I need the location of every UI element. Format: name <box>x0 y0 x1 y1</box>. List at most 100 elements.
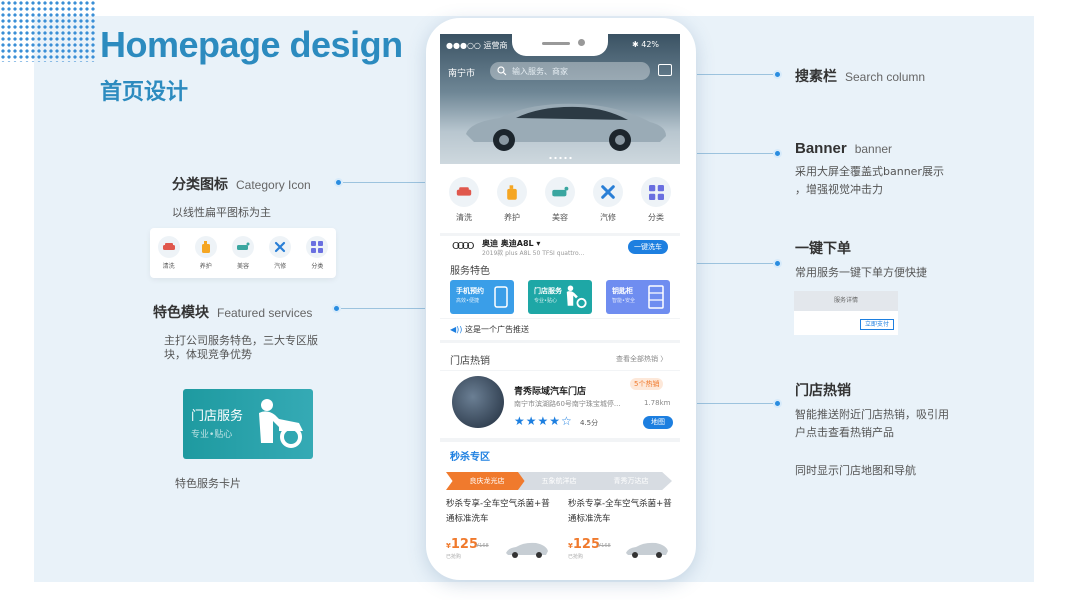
car-wash-icon <box>157 236 180 258</box>
annotation-category-sub: Category Icon <box>236 178 311 192</box>
annotation-category: 分类图标 Category Icon 以线性扁平图标为主 <box>172 174 311 222</box>
annotation-category-desc: 以线性扁平图标为主 <box>172 206 271 219</box>
category-item-wash[interactable]: 清洗 <box>443 177 485 232</box>
annotation-hot: 门店热销 智能推送附近门店热销，吸引用 户点击查看热销产品 同时显示门店地图和导… <box>795 380 949 480</box>
annotation-banner-title: Banner <box>795 140 847 157</box>
annotation-featured: 特色模块 Featured services 主打公司服务特色，三大专区版 块，体… <box>153 302 318 364</box>
mechanic-icon <box>259 399 303 448</box>
car-image <box>466 103 666 151</box>
car-wash-icon <box>449 177 479 207</box>
feature-card-title: 门店服务 <box>191 409 244 424</box>
annotation-banner-desc2: ，增强视觉冲击力 <box>795 183 883 196</box>
service-card-booking[interactable]: 手机预约 高效•便捷 <box>450 280 514 314</box>
preview-category-label: 汽修 <box>274 263 287 270</box>
annotation-search-sub: Search column <box>845 70 926 84</box>
preview-category-label: 清洗 <box>162 263 175 270</box>
deal-card[interactable]: 秒杀专享-全车空气杀菌+普通标准洗车 ¥125 ¥168 已抢购 <box>568 497 680 560</box>
deal-title: 秒杀专享-全车空气杀菌+普通标准洗车 <box>446 499 550 524</box>
category-item-all[interactable]: 分类 <box>635 177 677 232</box>
service-card-sub: 专业•贴心 <box>534 298 557 304</box>
tab-store-3[interactable]: 青秀万达店 <box>590 472 672 490</box>
category-label: 清洗 <box>456 213 472 222</box>
annotation-banner: Banner banner 采用大屏全覆盖式banner展示 ，增强视觉冲击力 <box>795 140 944 199</box>
phone-icon <box>494 286 508 308</box>
tab-store-1[interactable]: 良庆龙光店 <box>446 472 528 490</box>
annotation-hot-desc2: 户点击查看热销产品 <box>795 426 894 439</box>
car-desc: 2019款 plus A8L 50 TFSI quattro... <box>482 250 585 257</box>
store-rating: 4.5分 <box>580 419 599 427</box>
deal-sold: 已抢购 <box>568 554 584 560</box>
oil-bottle-icon <box>194 236 217 258</box>
annotation-dot-featured <box>332 304 341 313</box>
annotation-line-search <box>697 74 773 75</box>
hot-sales-badge: 5个热销 <box>630 378 664 390</box>
service-card-store[interactable]: 门店服务 专业•贴心 <box>528 280 592 314</box>
car-thumbnail <box>626 542 668 558</box>
deal-title: 秒杀专享-全车空气杀菌+普通标准洗车 <box>568 499 672 524</box>
service-card-sub: 智能•安全 <box>612 298 635 304</box>
flash-sale-title: 秒杀专区 <box>450 452 490 463</box>
car-beauty-icon <box>545 177 575 207</box>
category-item-beauty[interactable]: 美容 <box>539 177 581 232</box>
annotation-dot-hot <box>773 399 782 408</box>
my-car-row[interactable]: OOOO 奥迪 奥迪A8L ▾ 2019款 plus A8L 50 TFSI q… <box>440 236 680 258</box>
search-input[interactable]: 输入服务、商家 <box>490 62 650 80</box>
annotation-banner-sub: banner <box>854 142 893 156</box>
phone-screen: ●●●○○ 运营商 ✱ 42% 南宁市 输入服务、商家 清洗 养护 美容 汽修 … <box>440 34 680 564</box>
annotation-category-title: 分类图标 <box>172 177 228 193</box>
annotation-onekey-title: 一键下单 <box>795 241 851 257</box>
category-label: 分类 <box>648 213 664 222</box>
audi-logo: OOOO <box>452 241 475 252</box>
card-caption-text: 特色服务卡片 <box>175 477 241 490</box>
annotation-search: 搜素栏 Search column <box>795 66 925 86</box>
store-name[interactable]: 青秀际域汽车门店 <box>514 384 586 397</box>
service-card-key-locker[interactable]: 钥匙柜 智能•安全 <box>606 280 670 314</box>
annotation-hot-desc3: 同时显示门店地图和导航 <box>795 464 916 477</box>
category-label: 美容 <box>552 213 568 222</box>
feature-card-sub: 专业•贴心 <box>191 430 233 440</box>
service-card-title: 手机预约 <box>456 287 484 295</box>
feature-service-card: 门店服务 专业•贴心 <box>183 389 313 459</box>
grid-icon <box>641 177 671 207</box>
annotation-dot-onekey <box>773 259 782 268</box>
deal-old-price: ¥168 <box>598 543 611 549</box>
annotation-dot-search <box>773 70 782 79</box>
one-key-wash-button[interactable]: 一键洗车 <box>628 240 668 254</box>
category-item-maintain[interactable]: 养护 <box>491 177 533 232</box>
mechanic-icon <box>566 285 587 309</box>
annotation-line-hot <box>697 403 773 404</box>
annotation-line-category <box>343 182 425 183</box>
tab-store-2[interactable]: 五象航洋店 <box>518 472 600 490</box>
order-detail-preview: 服务详情 立即支付 <box>794 291 898 335</box>
category-icons-preview: 清洗 养护 美容 汽修 分类 <box>150 228 336 278</box>
car-thumbnail <box>506 542 548 558</box>
map-button[interactable]: 地图 <box>643 416 673 429</box>
preview-category: 美容 <box>226 236 260 278</box>
service-card-title: 门店服务 <box>534 287 562 295</box>
page-title-en: Homepage design <box>100 24 403 65</box>
divider <box>440 438 680 442</box>
divider <box>440 340 680 343</box>
wrench-icon <box>593 177 623 207</box>
category-icons: 清洗 养护 美容 汽修 分类 <box>440 177 680 232</box>
store-distance: 1.78km <box>644 399 671 407</box>
preview-category: 分类 <box>300 236 334 278</box>
annotation-onekey-desc: 常用服务一键下单方便快捷 <box>795 266 927 279</box>
grid-icon <box>306 236 329 258</box>
view-all-link[interactable]: 查看全部热销 〉 <box>616 354 667 364</box>
deal-old-price: ¥168 <box>476 543 489 549</box>
ad-notice[interactable]: ◀)) 这是一个广告推送 <box>450 324 529 335</box>
city-selector[interactable]: 南宁市 <box>448 66 475 79</box>
car-beauty-icon <box>231 236 254 258</box>
preview-category: 清洗 <box>152 236 186 278</box>
divider <box>440 370 680 371</box>
annotation-onekey: 一键下单 常用服务一键下单方便快捷 <box>795 238 927 282</box>
category-item-repair[interactable]: 汽修 <box>587 177 629 232</box>
deal-card[interactable]: 秒杀专享-全车空气杀菌+普通标准洗车 ¥125 ¥168 已抢购 <box>446 497 558 560</box>
annotation-card-caption: 特色服务卡片 <box>175 475 241 493</box>
store-avatar[interactable] <box>452 376 504 428</box>
battery-status: ✱ 42% <box>632 40 660 49</box>
annotation-dot-category <box>334 178 343 187</box>
service-card-title: 钥匙柜 <box>612 287 633 295</box>
message-icon[interactable] <box>658 64 672 76</box>
